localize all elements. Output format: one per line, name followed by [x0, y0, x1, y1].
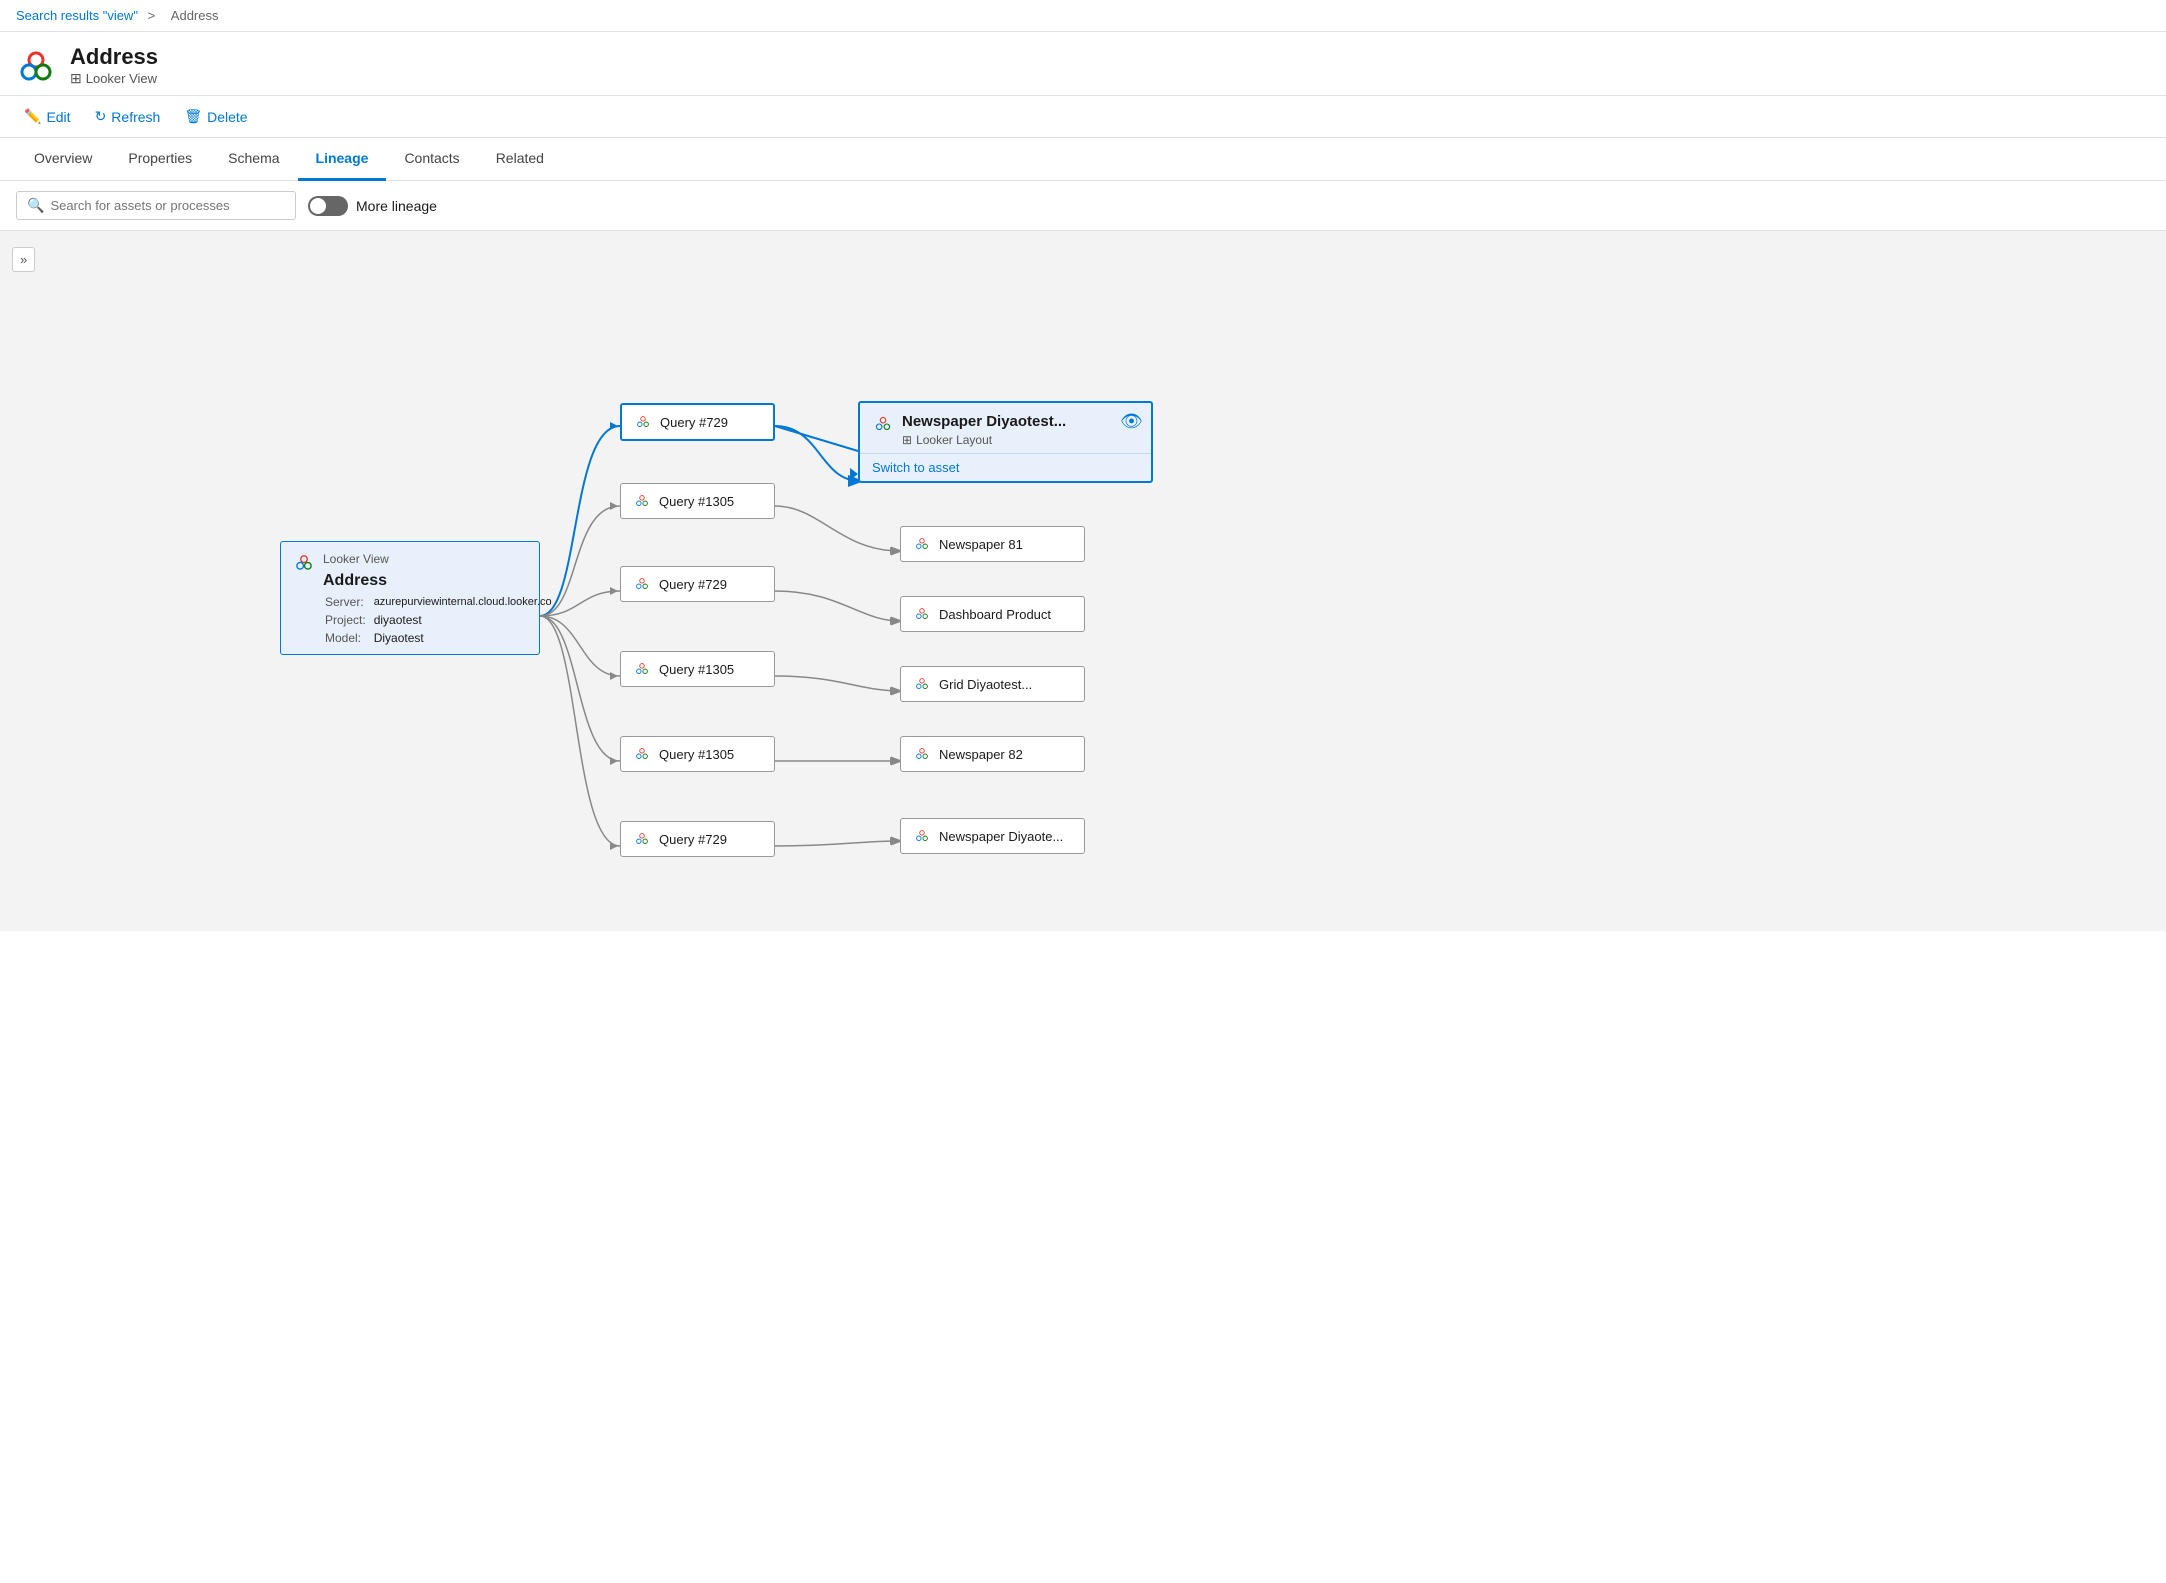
model-label: Model:	[325, 630, 372, 646]
query-node-icon	[634, 413, 652, 431]
output-node-label-2: Dashboard Product	[939, 607, 1051, 622]
query-node-3[interactable]: Query #1305	[620, 651, 775, 687]
page-header: Address ⊞ Looker View	[0, 32, 2166, 96]
breadcrumb-current: Address	[171, 8, 219, 23]
output-node-label-3: Grid Diyaotest...	[939, 677, 1032, 692]
query-node-icon	[633, 492, 651, 510]
toggle-knob	[310, 198, 326, 214]
output-node-3[interactable]: Grid Diyaotest...	[900, 666, 1085, 702]
query-node-5[interactable]: Query #729	[620, 821, 775, 857]
highlighted-node-title: Newspaper Diyaotest...	[902, 413, 1066, 430]
tab-properties[interactable]: Properties	[110, 138, 210, 181]
search-input[interactable]	[50, 198, 285, 213]
query-node-icon	[633, 660, 651, 678]
breadcrumb: Search results "view" > Address	[0, 0, 2166, 32]
model-value: Diyaotest	[374, 630, 558, 646]
tab-bar: Overview Properties Schema Lineage Conta…	[0, 138, 2166, 181]
more-lineage-toggle[interactable]	[308, 196, 348, 216]
delete-button[interactable]: 🗑 Delete	[176, 104, 255, 129]
source-node-title: Address	[323, 572, 560, 590]
query-node-label-4: Query #1305	[659, 747, 734, 762]
output-node-4[interactable]: Newspaper 82	[900, 736, 1085, 772]
query-node-1[interactable]: Query #1305	[620, 483, 775, 519]
query-node-2[interactable]: Query #729	[620, 566, 775, 602]
breadcrumb-link[interactable]: Search results "view"	[16, 8, 138, 23]
table-icon: ⊞	[70, 70, 82, 87]
output-icon	[913, 675, 931, 693]
refresh-button[interactable]: ↻ Refresh	[87, 104, 169, 129]
source-node-address[interactable]: Looker View Address Server: azurepurview…	[280, 541, 540, 655]
tab-lineage[interactable]: Lineage	[298, 138, 387, 181]
breadcrumb-separator: >	[148, 8, 156, 23]
project-value: diyaotest	[374, 612, 558, 628]
query-node-0[interactable]: Query #729	[620, 403, 775, 441]
more-lineage-toggle-wrap: More lineage	[308, 196, 437, 216]
output-icon	[913, 827, 931, 845]
output-node-highlighted[interactable]: 👁 Newspaper Diyaotest... ⊞ Looker Layout…	[858, 401, 1153, 483]
query-node-label-5: Query #729	[659, 832, 727, 847]
switch-to-asset-link[interactable]: Switch to asset	[860, 453, 1151, 481]
query-node-icon	[633, 575, 651, 593]
output-node-label-4: Newspaper 82	[939, 747, 1023, 762]
edit-icon: ✏️	[24, 108, 41, 125]
source-node-type: Looker View	[323, 552, 560, 566]
output-icon	[913, 535, 931, 553]
tab-related[interactable]: Related	[478, 138, 562, 181]
query-node-label-0: Query #729	[660, 415, 728, 430]
output-node-5[interactable]: Newspaper Diyaote...	[900, 818, 1085, 854]
more-lineage-label: More lineage	[356, 198, 437, 214]
edit-button[interactable]: ✏️ Edit	[16, 104, 79, 129]
tab-contacts[interactable]: Contacts	[386, 138, 477, 181]
tab-schema[interactable]: Schema	[210, 138, 297, 181]
switch-view-icon[interactable]: 👁	[1120, 411, 1143, 432]
page-title: Address	[70, 44, 158, 70]
output-node-2[interactable]: Dashboard Product	[900, 596, 1085, 632]
query-node-label-3: Query #1305	[659, 662, 734, 677]
search-box[interactable]: 🔍	[16, 191, 296, 220]
output-node-icon	[872, 413, 894, 435]
title-block: Address ⊞ Looker View	[70, 44, 158, 87]
delete-icon: 🗑	[184, 108, 202, 125]
query-node-icon	[633, 745, 651, 763]
server-label: Server:	[325, 594, 372, 610]
project-label: Project:	[325, 612, 372, 628]
output-node-label-1: Newspaper 81	[939, 537, 1023, 552]
toolbar: ✏️ Edit ↻ Refresh 🗑 Delete	[0, 96, 2166, 138]
query-node-label-1: Query #1305	[659, 494, 734, 509]
query-node-label-2: Query #729	[659, 577, 727, 592]
app-logo	[16, 46, 56, 86]
query-node-icon	[633, 830, 651, 848]
server-value: azurepurviewinternal.cloud.looker.co	[374, 594, 558, 610]
asset-type-label: Looker View	[86, 71, 157, 86]
output-icon	[913, 605, 931, 623]
source-node-details-table: Server: azurepurviewinternal.cloud.looke…	[323, 592, 560, 648]
output-node-label-5: Newspaper Diyaote...	[939, 829, 1063, 844]
layout-icon: ⊞	[902, 433, 912, 447]
output-icon	[913, 745, 931, 763]
lineage-controls: 🔍 More lineage	[0, 181, 2166, 231]
search-icon: 🔍	[27, 197, 44, 214]
tab-overview[interactable]: Overview	[16, 138, 110, 181]
output-node-1[interactable]: Newspaper 81	[900, 526, 1085, 562]
source-node-icon	[293, 552, 315, 574]
lineage-canvas: »	[0, 231, 2166, 931]
expand-panel-button[interactable]: »	[12, 247, 35, 272]
refresh-icon: ↻	[95, 108, 107, 125]
query-node-4[interactable]: Query #1305	[620, 736, 775, 772]
highlighted-node-type: Looker Layout	[916, 433, 992, 447]
